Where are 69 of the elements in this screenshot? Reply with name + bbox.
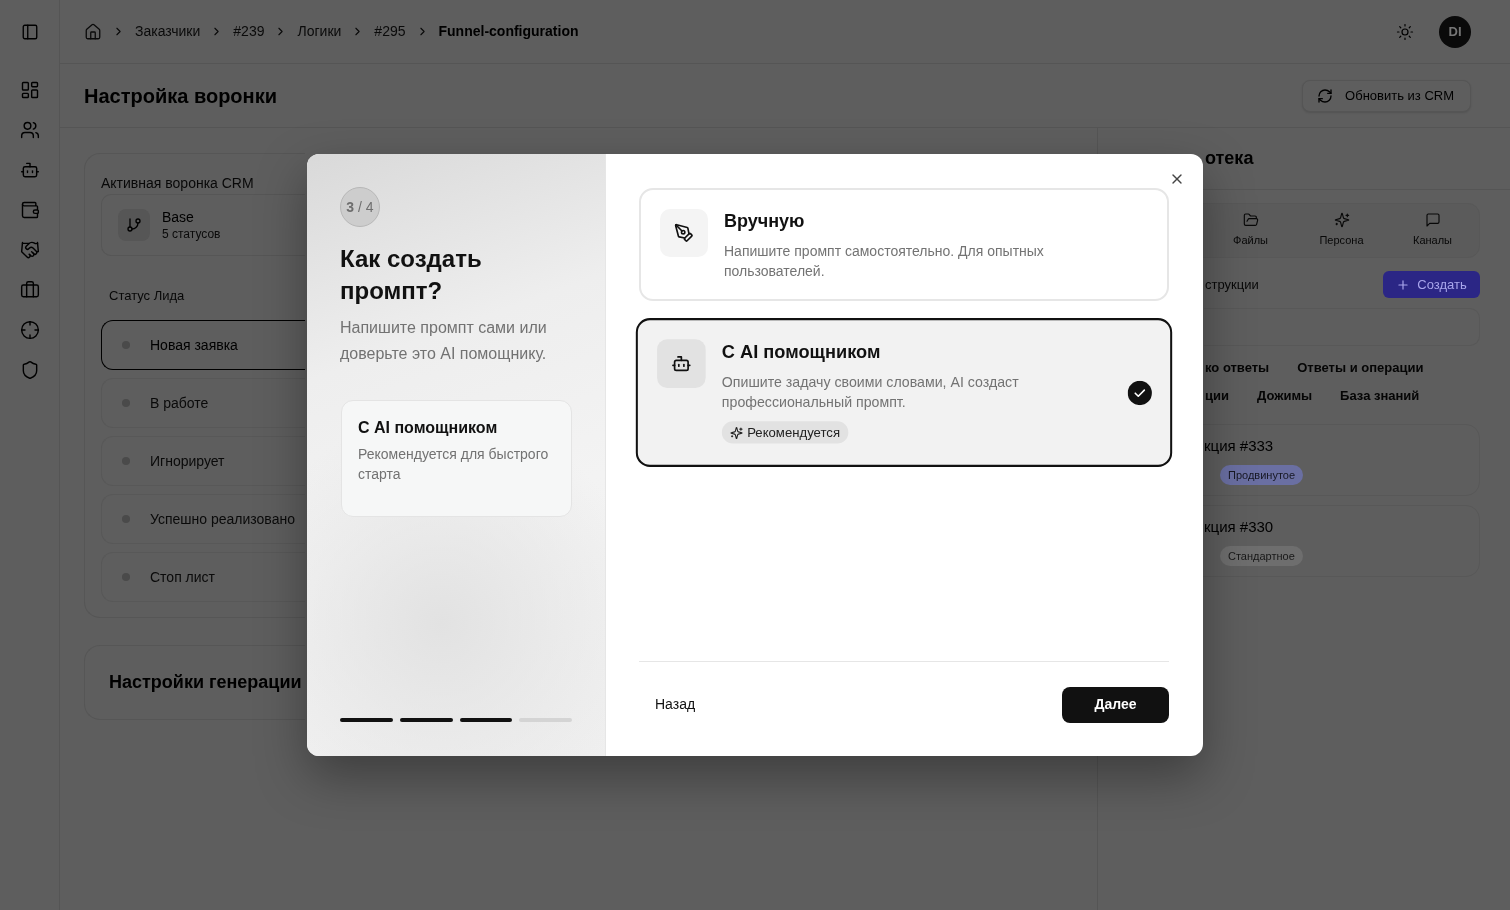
panel-icon[interactable] — [20, 23, 39, 41]
dialog-title: Как создать промпт? — [340, 244, 483, 306]
panel-title: отека — [1205, 147, 1254, 170]
sparkles-icon — [1333, 212, 1350, 229]
tab[interactable]: Каналы — [1387, 212, 1478, 249]
summary-title: С AI помощником — [358, 418, 499, 438]
tab[interactable]: Файлы — [1205, 212, 1296, 249]
filter-tab[interactable]: Дожимы — [1257, 382, 1313, 410]
refresh-icon — [1317, 87, 1334, 104]
section-label: струкции — [1205, 275, 1259, 294]
filter-tab[interactable]: ции — [1205, 382, 1229, 410]
next-button[interactable]: Далее — [1062, 686, 1169, 723]
users-icon[interactable] — [19, 120, 40, 140]
robot-icon — [657, 339, 706, 388]
tab[interactable]: Персона — [1296, 212, 1387, 249]
step-counter: 3 / 4 — [340, 187, 380, 227]
funnel-select[interactable]: Base 5 статусов — [101, 194, 305, 256]
option-card[interactable]: Вручную Напишите промпт самостоятельно. Для опытных пользователей. — [639, 188, 1169, 301]
status-row[interactable]: Стоп лист — [101, 552, 305, 602]
section-title: Настройки генерации — [109, 671, 302, 694]
wallet-icon[interactable] — [19, 200, 40, 220]
level-tag: Стандартное — [1220, 546, 1303, 566]
pen-tool-icon — [660, 209, 708, 257]
filter-tab[interactable]: Ответы и операции — [1297, 354, 1424, 382]
section-label: Статус Лида — [108, 288, 186, 304]
funnel-status-count: 5 статусов — [162, 226, 221, 242]
page-title: Настройка воронки — [84, 83, 277, 108]
dialog-subtitle: Напишите промпт сами или доверьте это AI помощнику. — [340, 318, 548, 364]
breadcrumb-link[interactable]: #239 — [233, 21, 265, 42]
crosshair-icon[interactable] — [19, 320, 40, 340]
briefcase-icon[interactable] — [19, 280, 40, 300]
status-row[interactable]: В работе — [101, 378, 305, 428]
breadcrumb-link[interactable]: Заказчики — [135, 21, 201, 42]
sparkles-icon — [729, 425, 744, 440]
level-tag: Продвинутое — [1220, 465, 1304, 485]
breadcrumb-link[interactable]: #295 — [374, 21, 406, 42]
status-row[interactable]: Успешно реализовано — [101, 494, 305, 544]
filter-tab[interactable]: ко ответы — [1205, 354, 1270, 382]
field-label: Активная воронка CRM — [101, 174, 255, 193]
avatar[interactable]: DI — [1439, 15, 1471, 48]
back-button[interactable]: Назад — [639, 686, 712, 723]
grid-icon[interactable] — [19, 80, 40, 100]
plus-icon — [1396, 277, 1411, 292]
chat-bubble-icon — [1424, 212, 1441, 229]
sun-icon[interactable] — [1396, 22, 1414, 41]
check-icon — [1127, 380, 1152, 405]
breadcrumb-current: Funnel-configuration — [438, 22, 579, 41]
folder-icon — [1242, 212, 1259, 229]
home-icon[interactable] — [84, 22, 102, 41]
option-description: Опишите задачу своими словами, AI создаст профессиональный промпт. — [721, 372, 1020, 413]
recommended-label: Рекомендуется — [747, 423, 841, 442]
option-card[interactable]: С AI помощником Опишите задачу своими словами, AI создаст профессиональный промпт. Рекомендуется — [635, 318, 1173, 467]
status-row[interactable]: Новая заявка — [101, 320, 305, 370]
refresh-button[interactable]: Обновить из CRM — [1302, 79, 1471, 112]
option-title: С AI помощником — [721, 340, 882, 364]
option-title: Вручную — [724, 210, 806, 233]
instruction-title[interactable]: кция #333 — [1204, 436, 1479, 456]
robot-icon[interactable] — [19, 160, 40, 180]
handshake-icon[interactable] — [19, 240, 40, 260]
filter-tab[interactable]: База знаний — [1340, 382, 1420, 410]
status-row[interactable]: Игнорирует — [101, 436, 305, 486]
option-description: Напишите промпт самостоятельно. Для опытных пользователей. — [724, 242, 1045, 281]
branch-icon — [118, 209, 150, 241]
instruction-title[interactable]: кция #330 — [1204, 517, 1479, 537]
funnel-name: Base — [162, 208, 195, 226]
input-field[interactable] — [1204, 308, 1480, 346]
create-button[interactable]: Создать — [1383, 271, 1480, 298]
summary-text: Рекомендуется для быстрого старта — [358, 445, 550, 484]
breadcrumb-link[interactable]: Логики — [297, 21, 342, 42]
